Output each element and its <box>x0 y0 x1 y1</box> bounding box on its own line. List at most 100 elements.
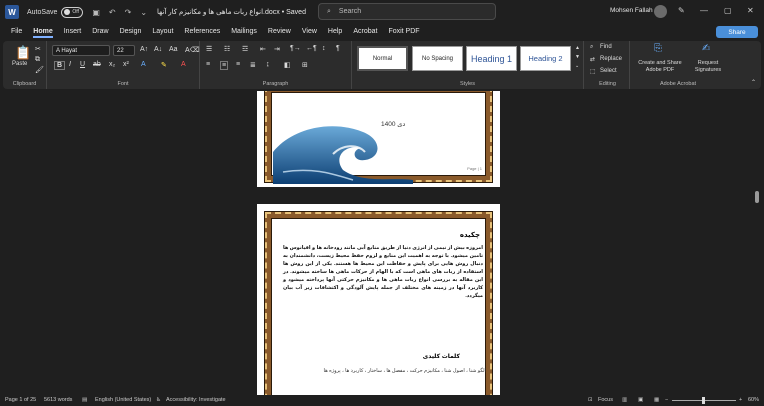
minimize-icon[interactable]: — <box>700 6 708 15</box>
user-name[interactable]: Mohsen Fallah <box>610 7 653 14</box>
justify-icon[interactable]: ≣ <box>250 61 256 69</box>
rtl-icon[interactable]: ←¶ <box>306 45 317 52</box>
find-icon[interactable]: ⌕ <box>590 44 593 51</box>
select-label[interactable]: Select <box>600 68 617 74</box>
format-painter-icon[interactable]: 🖌 <box>35 66 44 74</box>
shading-icon[interactable]: ◧ <box>284 61 291 69</box>
style-heading-2[interactable]: Heading 2 <box>520 46 571 71</box>
decrease-indent-icon[interactable]: ⇤ <box>260 45 266 53</box>
numbering-icon[interactable]: ☷ <box>224 45 230 53</box>
style-no-spacing[interactable]: No Spacing <box>412 46 463 71</box>
web-layout-icon[interactable]: ▦ <box>654 397 659 403</box>
line-spacing-icon[interactable]: ↨ <box>266 61 270 68</box>
tab-design[interactable]: Design <box>120 28 142 35</box>
zoom-level[interactable]: 60% <box>748 397 759 403</box>
font-name-select[interactable]: A Hayat <box>52 45 110 56</box>
tab-mailings[interactable]: Mailings <box>231 28 257 35</box>
share-label: Share <box>728 28 746 36</box>
increase-indent-icon[interactable]: ⇥ <box>274 45 280 53</box>
document-canvas[interactable]: دی 1400 Page | 1 چکیده امروزه بیش از نیم… <box>0 91 764 395</box>
font-size-select[interactable]: 22 <box>113 45 135 56</box>
font-color-icon[interactable]: A <box>181 61 186 68</box>
styles-more-icon[interactable]: ⌄ <box>575 63 579 69</box>
tab-review[interactable]: Review <box>268 28 291 35</box>
underline-icon[interactable]: U <box>80 61 85 68</box>
find-label[interactable]: Find <box>600 44 612 50</box>
tab-insert[interactable]: Insert <box>64 28 82 35</box>
zoom-slider-thumb[interactable] <box>702 397 705 404</box>
align-center-icon[interactable]: ≡ <box>220 61 229 70</box>
tab-layout[interactable]: Layout <box>152 28 173 35</box>
strikethrough-icon[interactable]: ab <box>93 61 101 68</box>
align-right-icon[interactable]: ≡ <box>236 61 240 68</box>
request-signatures-label[interactable]: Request Signatures <box>690 60 726 74</box>
tab-view[interactable]: View <box>302 28 317 35</box>
collapse-ribbon-icon[interactable]: ⌃ <box>751 79 756 86</box>
create-pdf-icon[interactable]: ⎘ <box>654 43 662 54</box>
align-left-icon[interactable]: ≡ <box>206 61 210 68</box>
show-marks-icon[interactable]: ¶ <box>336 45 340 52</box>
text-effects-icon[interactable]: A <box>141 61 146 68</box>
request-signatures-icon[interactable]: ✍ <box>702 43 710 54</box>
sort-icon[interactable]: ↕ <box>322 45 326 52</box>
zoom-out-icon[interactable]: − <box>665 397 668 403</box>
focus-button[interactable]: Focus <box>598 397 613 403</box>
style-heading-1[interactable]: Heading 1 <box>466 46 517 71</box>
zoom-in-icon[interactable]: + <box>739 397 742 403</box>
proofing-icon[interactable]: ▤ <box>82 397 87 403</box>
superscript-icon[interactable]: x² <box>123 61 129 68</box>
styles-scroll-down-icon[interactable]: ▼ <box>575 54 580 60</box>
vertical-scrollbar[interactable] <box>755 191 759 203</box>
redo-icon[interactable]: ↷ <box>125 8 132 17</box>
copy-icon[interactable]: ⧉ <box>35 56 40 64</box>
search-box[interactable]: ⌕ Search <box>318 3 496 20</box>
page-2[interactable]: چکیده امروزه بیش از نیمی از انرژی دنیا ا… <box>257 204 500 395</box>
tab-help[interactable]: Help <box>328 28 342 35</box>
undo-icon[interactable]: ↶ <box>109 8 116 17</box>
save-icon[interactable]: ▣ <box>92 8 100 17</box>
highlight-icon[interactable]: ✎ <box>161 61 167 69</box>
italic-icon[interactable]: I <box>69 61 71 68</box>
accessibility-status[interactable]: Accessibility: Investigate <box>166 397 226 403</box>
read-mode-icon[interactable]: ▥ <box>622 397 627 403</box>
change-case-icon[interactable]: Aa <box>169 46 178 53</box>
grow-font-icon[interactable]: A↑ <box>140 46 148 53</box>
styles-scroll-up-icon[interactable]: ▲ <box>575 45 580 51</box>
tab-references[interactable]: References <box>184 28 220 35</box>
cut-icon[interactable]: ✂ <box>35 45 41 53</box>
replace-label[interactable]: Replace <box>600 56 622 62</box>
title-bar: W AutoSave Off ▣ ↶ ↷ ⌄ انواع ربات ماهی ه… <box>0 0 764 24</box>
paste-icon[interactable]: 📋 <box>15 45 31 61</box>
tab-home[interactable]: Home <box>33 28 54 38</box>
autosave-toggle[interactable]: Off <box>61 6 84 18</box>
print-layout-icon[interactable]: ▣ <box>638 397 643 403</box>
ltr-icon[interactable]: ¶→ <box>290 45 301 52</box>
avatar[interactable] <box>654 5 667 18</box>
bold-icon[interactable]: B <box>54 61 66 70</box>
multilevel-list-icon[interactable]: ☲ <box>242 45 248 53</box>
pen-icon[interactable]: ✎ <box>678 6 685 15</box>
create-pdf-label[interactable]: Create and Share Adobe PDF <box>634 60 686 74</box>
share-button[interactable]: Share <box>716 26 758 38</box>
close-icon[interactable]: ✕ <box>747 6 754 15</box>
subscript-icon[interactable]: x₂ <box>109 61 115 68</box>
clear-formatting-icon[interactable]: A⌫ <box>185 46 200 54</box>
restore-icon[interactable]: ▢ <box>724 6 732 15</box>
page-count[interactable]: Page 1 of 25 <box>5 397 36 403</box>
customize-qat-icon[interactable]: ⌄ <box>140 8 147 17</box>
paste-label[interactable]: Paste <box>12 61 27 67</box>
borders-icon[interactable]: ⊞ <box>302 61 308 69</box>
tab-draw[interactable]: Draw <box>92 28 108 35</box>
tab-acrobat[interactable]: Acrobat <box>353 28 377 35</box>
word-count[interactable]: 5613 words <box>44 397 72 403</box>
document-title[interactable]: انواع ربات ماهی ها و مکانیزم کار آنها.do… <box>157 8 306 16</box>
style-normal[interactable]: Normal <box>357 46 408 71</box>
select-icon[interactable]: ⬚ <box>590 68 596 75</box>
replace-icon[interactable]: ⇄ <box>590 56 595 63</box>
page-1[interactable]: دی 1400 Page | 1 <box>257 91 500 187</box>
language[interactable]: English (United States) <box>95 397 151 403</box>
tab-file[interactable]: File <box>11 28 22 35</box>
bullets-icon[interactable]: ☰ <box>206 45 212 53</box>
tab-foxit-pdf[interactable]: Foxit PDF <box>388 28 419 35</box>
shrink-font-icon[interactable]: A↓ <box>154 46 162 53</box>
